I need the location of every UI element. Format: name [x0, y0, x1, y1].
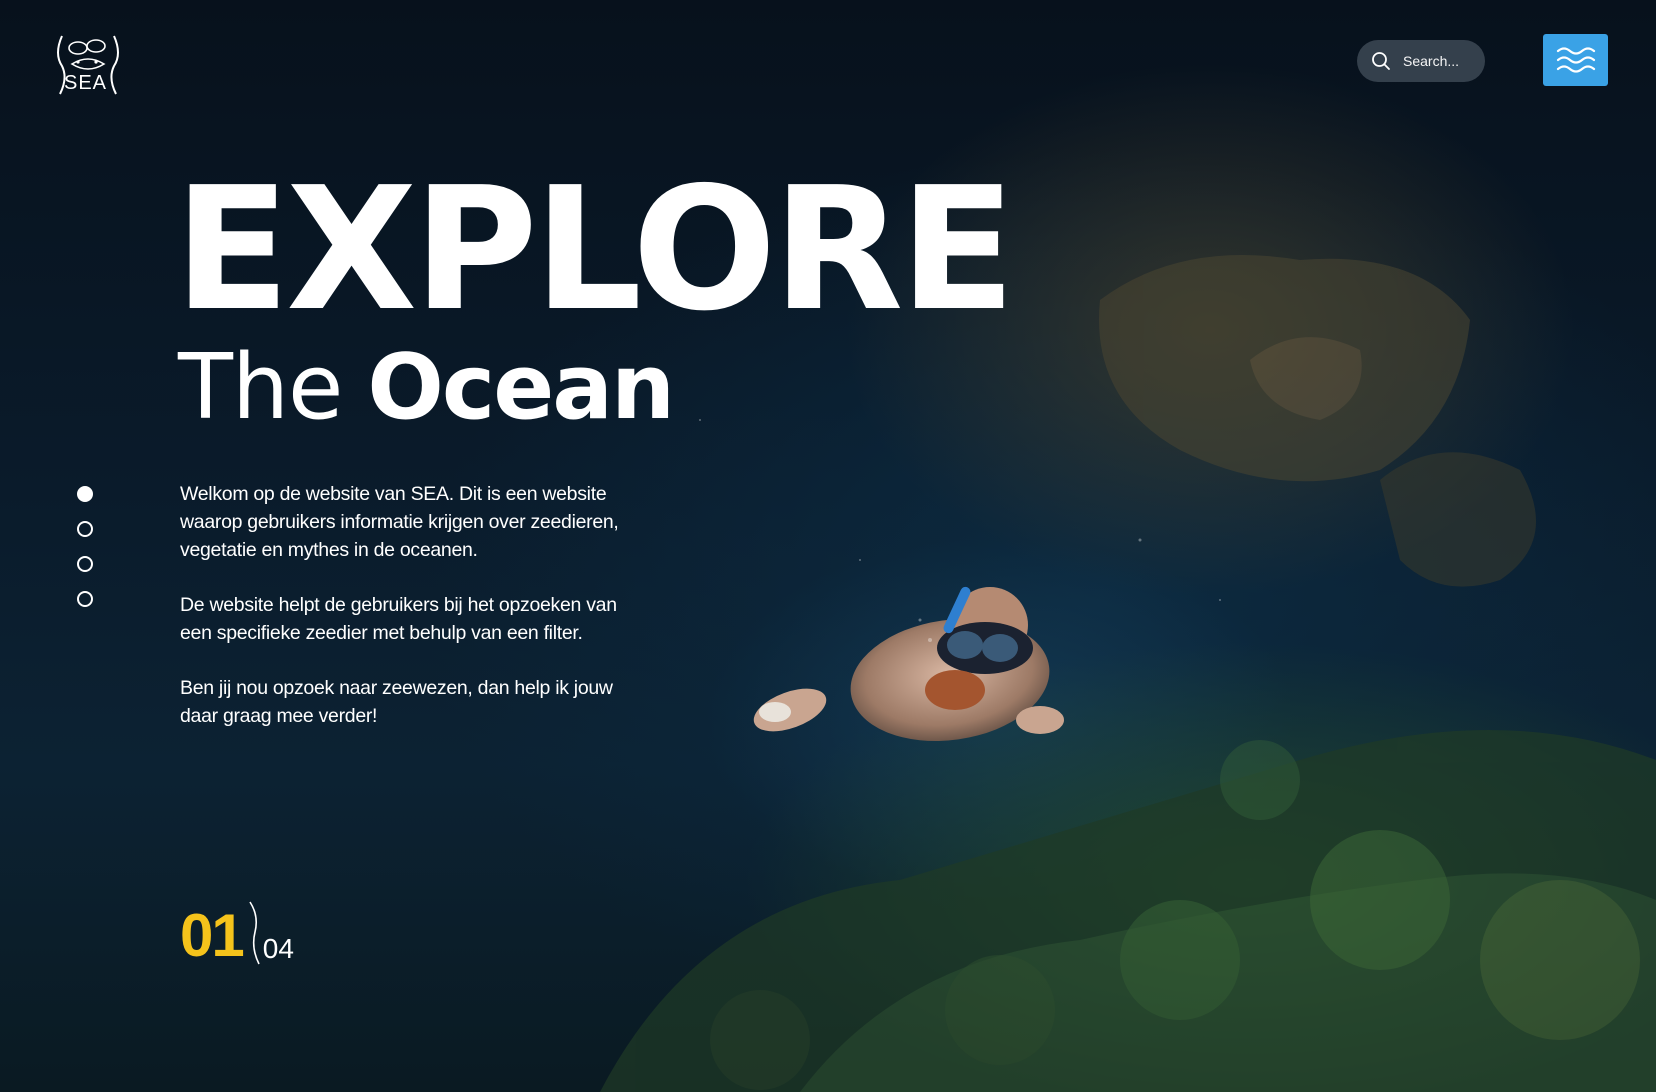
menu-button[interactable]	[1543, 34, 1608, 86]
counter-separator-icon	[249, 901, 260, 965]
search-box[interactable]	[1357, 40, 1485, 82]
intro-paragraph-3: Ben jij nou opzoek naar zeewezen, dan he…	[180, 677, 613, 727]
search-icon	[1372, 52, 1390, 70]
waves-menu-icon	[1556, 47, 1595, 73]
slide-dot-1[interactable]	[77, 486, 93, 502]
hero-subtitle-bold: Ocean	[367, 335, 675, 440]
slide-pagination	[77, 486, 93, 626]
slide-total: 04	[262, 933, 294, 964]
slide-current: 01	[180, 902, 245, 969]
hero-subtitle-light: The	[178, 335, 343, 440]
intro-text: Welkom op de website van SEA. Dit is een…	[180, 480, 650, 757]
slide-counter: 01 04	[180, 900, 294, 966]
sea-logo[interactable]: SEA	[54, 34, 122, 98]
search-input[interactable]	[1403, 53, 1473, 69]
hero-subtitle: The Ocean	[178, 335, 675, 440]
intro-paragraph-1: Welkom op de website van SEA. Dit is een…	[180, 483, 619, 561]
hero-title: EXPLORE	[174, 151, 1016, 349]
slide-dot-2[interactable]	[77, 521, 93, 537]
logo-text: SEA	[64, 72, 108, 94]
slide-dot-3[interactable]	[77, 556, 93, 572]
slide-dot-4[interactable]	[77, 591, 93, 607]
intro-paragraph-2: De website helpt de gebruikers bij het o…	[180, 594, 617, 644]
